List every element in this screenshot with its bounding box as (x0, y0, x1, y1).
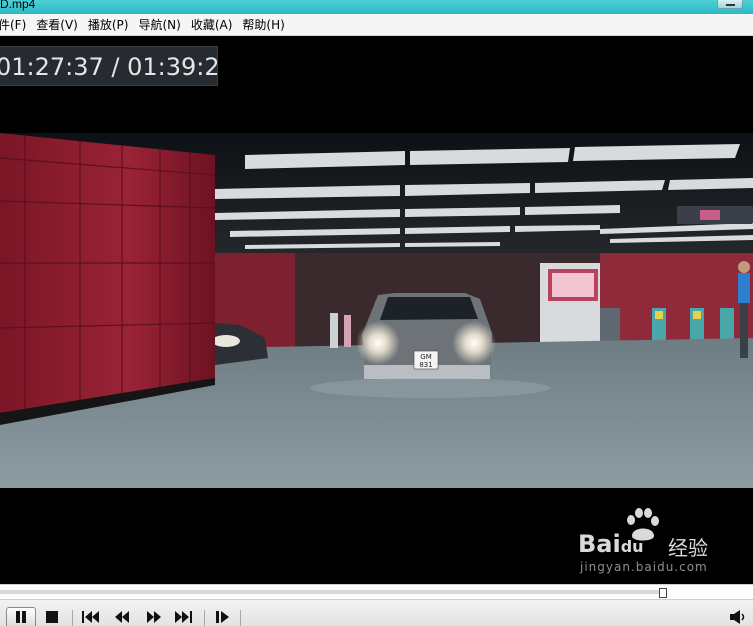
fast-forward-icon (147, 611, 161, 623)
seek-bar[interactable] (0, 584, 753, 600)
menu-favorites[interactable]: 收藏(A) (186, 16, 238, 33)
control-bar (0, 600, 753, 626)
time-osd: 01:27:37 / 01:39:25 (0, 46, 218, 86)
license-plate-top: GM (420, 353, 431, 361)
rewind-button[interactable] (112, 608, 132, 626)
fast-forward-button[interactable] (144, 608, 164, 626)
next-button[interactable] (172, 608, 194, 626)
volume-button[interactable] (728, 608, 750, 626)
license-plate-bottom: 831 (419, 361, 432, 369)
watermark-logo-du: du (620, 537, 644, 556)
menu-play[interactable]: 播放(P) (83, 16, 134, 33)
frame-step-icon (216, 611, 229, 623)
skip-previous-icon (82, 611, 99, 623)
baidu-watermark: Baidu 经验 jingyan.baidu.com (578, 508, 748, 578)
stop-icon (46, 611, 58, 623)
stop-button[interactable] (44, 608, 60, 626)
previous-button[interactable] (80, 608, 102, 626)
control-separator (72, 610, 73, 626)
control-separator (204, 610, 205, 626)
watermark-logo-bai: Bai (578, 530, 621, 558)
pause-button[interactable] (6, 607, 36, 626)
frame-step-button[interactable] (214, 608, 232, 626)
menu-navigate[interactable]: 导航(N) (133, 16, 185, 33)
speaker-icon (730, 610, 745, 624)
menu-file[interactable]: 件(F) (0, 16, 31, 33)
watermark-brand: 经验 (668, 536, 708, 560)
minimize-button[interactable] (717, 0, 743, 9)
pause-icon (16, 611, 26, 623)
video-frame: GM 831 (0, 133, 753, 488)
rewind-icon (115, 611, 129, 623)
skip-next-icon (175, 611, 192, 623)
menu-bar: 件(F) 查看(V) 播放(P) 导航(N) 收藏(A) 帮助(H) (0, 14, 753, 36)
watermark-logo: Baidu (578, 530, 644, 558)
window-title: D.mp4 (0, 0, 36, 11)
watermark-url: jingyan.baidu.com (580, 560, 708, 574)
seek-handle[interactable] (659, 588, 667, 598)
control-separator (240, 610, 241, 626)
seek-progress (0, 590, 663, 594)
paw-icon (627, 508, 659, 541)
menu-view[interactable]: 查看(V) (31, 16, 83, 33)
time-osd-text: 01:27:37 / 01:39:25 (0, 53, 218, 81)
video-scene: GM 831 (0, 133, 753, 488)
menu-help[interactable]: 帮助(H) (237, 16, 289, 33)
video-area[interactable]: GM 831 01:27:37 / 01:39:25 Baidu 经验 jing… (0, 36, 753, 584)
title-bar: D.mp4 (0, 0, 753, 14)
